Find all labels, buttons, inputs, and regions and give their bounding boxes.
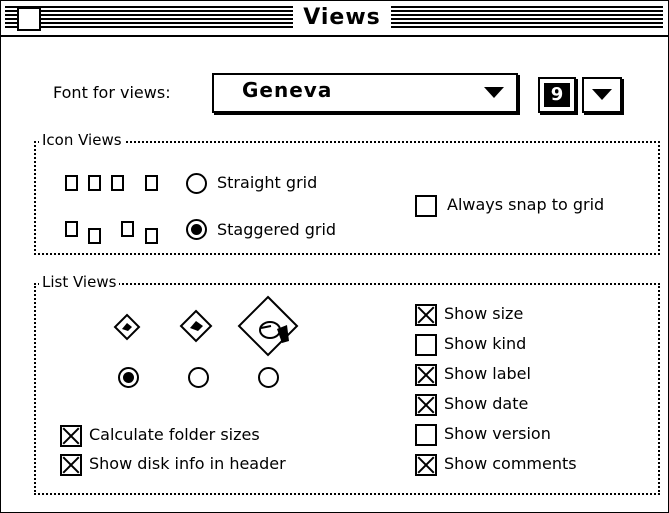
staggered-grid-label: Staggered grid (217, 220, 337, 239)
show-label-label: Show label (444, 364, 531, 383)
document-icon (65, 175, 78, 191)
close-box[interactable] (17, 7, 41, 31)
views-window: Views Font for views: Geneva 9 Icon View… (0, 0, 669, 513)
font-popup[interactable]: Geneva (212, 73, 518, 113)
show-version-checkbox[interactable] (415, 424, 437, 446)
show-comments-label: Show comments (444, 454, 577, 473)
list-views-title: List Views (39, 273, 120, 291)
show-kind-checkbox[interactable] (415, 334, 437, 356)
chevron-down-icon (484, 87, 504, 98)
large-list-icon (237, 295, 299, 357)
snap-to-grid-checkbox[interactable] (415, 195, 437, 217)
show-size-checkbox[interactable] (415, 304, 437, 326)
large-icon-radio[interactable] (258, 367, 279, 388)
font-label: Font for views: (53, 83, 171, 102)
icon-views-title: Icon Views (39, 131, 125, 149)
font-size-value: 9 (544, 83, 570, 107)
document-icon (88, 175, 101, 191)
show-disk-info-checkbox[interactable] (60, 454, 82, 476)
show-kind-label: Show kind (444, 334, 527, 353)
calculate-folder-sizes-checkbox[interactable] (60, 425, 82, 447)
small-list-icon (113, 313, 141, 341)
show-size-label: Show size (444, 304, 524, 323)
show-date-checkbox[interactable] (415, 394, 437, 416)
show-label-checkbox[interactable] (415, 364, 437, 386)
straight-grid-radio[interactable] (186, 173, 207, 194)
show-comments-checkbox[interactable] (415, 454, 437, 476)
window-title: Views (293, 3, 391, 33)
font-size-field[interactable]: 9 (538, 77, 576, 113)
document-icon (121, 221, 134, 237)
document-icon (65, 221, 78, 237)
medium-list-icon (179, 309, 213, 343)
medium-icon-radio[interactable] (188, 367, 209, 388)
staggered-grid-radio[interactable] (186, 219, 207, 240)
document-icon (88, 228, 101, 244)
show-version-label: Show version (444, 424, 551, 443)
document-icon (111, 175, 124, 191)
show-disk-info-label: Show disk info in header (89, 454, 286, 473)
document-icon (145, 228, 158, 244)
document-icon (145, 175, 158, 191)
font-popup-value: Geneva (242, 78, 333, 102)
chevron-down-icon (592, 89, 612, 100)
snap-to-grid-label: Always snap to grid (447, 195, 605, 214)
straight-grid-label: Straight grid (217, 173, 318, 192)
small-icon-radio[interactable] (118, 367, 139, 388)
show-date-label: Show date (444, 394, 529, 413)
calculate-folder-sizes-label: Calculate folder sizes (89, 425, 260, 444)
font-size-popup-button[interactable] (582, 77, 622, 113)
title-bar[interactable]: Views (1, 1, 668, 37)
